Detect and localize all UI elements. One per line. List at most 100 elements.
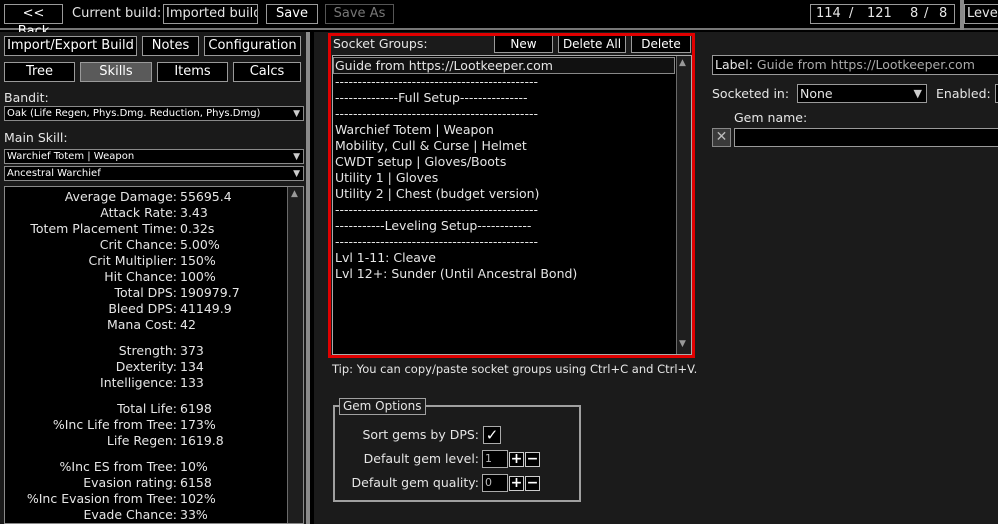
stat-label: Average Damage: (64, 189, 177, 204)
stat-value: 102% (180, 491, 216, 506)
stat-value: 133 (180, 375, 204, 390)
gem-options-panel: Gem Options Sort gems by DPS: ✓ Default … (333, 398, 581, 502)
stat-value: 173% (180, 417, 216, 432)
stat-label: %Inc ES from Tree: (59, 459, 177, 474)
stat-label: Bleed DPS: (108, 301, 177, 316)
chevron-down-icon: ▼ (913, 87, 922, 100)
bandit-value: Oak (Life Regen, Phys.Dmg. Reduction, Ph… (7, 108, 261, 119)
default-gem-level-input[interactable]: 1 (482, 450, 508, 468)
stat-label: Totem Placement Time: (30, 221, 177, 236)
stat-value: 3.43 (180, 205, 208, 220)
stat-label: Life Regen: (106, 433, 177, 448)
label-field[interactable]: Label: Guide from https://Lootkeeper.com (712, 55, 998, 75)
level-field[interactable]: Leve (964, 4, 998, 24)
skill-part-value: Ancestral Warchief (7, 168, 101, 179)
stat-label: Dexterity: (115, 359, 177, 374)
stat-label: %Inc Life from Tree: (52, 417, 177, 432)
stat-value: 6198 (180, 401, 212, 416)
save-button[interactable]: Save (266, 4, 318, 24)
stat-label: Attack Rate: (100, 205, 177, 220)
stat-value: 5.00% (180, 237, 220, 252)
socketed-in-value: None (800, 86, 833, 101)
import-export-button[interactable]: Import/Export Build (4, 36, 137, 56)
stat-row: Evade Chance: 33% (5, 507, 291, 523)
chevron-down-icon: ▼ (293, 169, 300, 179)
points-display: 114 / 121 8 / 8 (810, 4, 955, 24)
remove-gem-button[interactable]: ✕ (712, 128, 731, 147)
save-as-button: Save As (325, 4, 394, 24)
stat-row: %Inc ES from Tree: 10% (5, 459, 291, 475)
stat-row: Evasion rating: 6158 (5, 475, 291, 491)
notes-button[interactable]: Notes (142, 36, 199, 56)
stat-row: Mana Cost: 42 (5, 317, 291, 333)
ascend-sep: / (924, 6, 929, 21)
stat-row: %Inc Life from Tree: 173% (5, 417, 291, 433)
default-gem-quality-label: Default gem quality: (351, 475, 479, 490)
current-build-label: Current build: (72, 6, 162, 21)
stat-label: Evade Chance: (83, 507, 177, 522)
stat-value: 1619.8 (180, 433, 224, 448)
stats-box: Average Damage: 55695.4 Attack Rate: 3.43 … (4, 186, 304, 524)
sort-gems-label: Sort gems by DPS: (362, 427, 480, 442)
ascend-used: 8 (910, 6, 919, 21)
label-caption: Label: (715, 57, 753, 72)
points-used: 114 (816, 6, 841, 21)
stat-label: Evasion rating: (83, 475, 177, 490)
stat-row: Hit Chance: 100% (5, 269, 291, 285)
stat-label: %Inc Evasion from Tree: (26, 491, 177, 506)
skill-part-select[interactable]: Ancestral Warchief ▼ (4, 166, 304, 181)
socketed-in-select[interactable]: None ▼ (797, 84, 927, 103)
main-skill-select[interactable]: Warchief Totem | Weapon ▼ (4, 149, 304, 164)
tab-skills[interactable]: Skills (80, 62, 152, 82)
enabled-label: Enabled: (936, 86, 991, 101)
stat-value: 373 (180, 343, 204, 358)
stat-label: Total Life: (117, 401, 177, 416)
stat-label: Crit Multiplier: (88, 253, 177, 268)
stat-label: Crit Chance: (99, 237, 177, 252)
configuration-button[interactable]: Configuration (204, 36, 301, 56)
level-decrement-button[interactable]: − (525, 452, 540, 467)
stat-row: Strength: 373 (5, 343, 291, 359)
stat-row: Average Damage: 55695.4 (5, 189, 291, 205)
default-gem-quality-input[interactable]: 0 (482, 474, 508, 492)
sort-gems-checkbox[interactable]: ✓ (483, 426, 501, 444)
label-value: Guide from https://Lootkeeper.com (756, 57, 975, 72)
stat-label: Hit Chance: (104, 269, 177, 284)
socketed-in-label: Socketed in: (712, 86, 790, 101)
stat-row: Total DPS: 190979.7 (5, 285, 291, 301)
stat-label: Strength: (118, 343, 177, 358)
tip-text: Tip: You can copy/paste socket groups us… (332, 362, 698, 376)
gem-name-input[interactable] (734, 128, 998, 147)
back-button[interactable]: << Back (4, 4, 63, 39)
stat-value: 42 (180, 317, 196, 332)
stat-value: 0.32s (180, 221, 215, 236)
stat-row: Total Life: 6198 (5, 401, 291, 417)
main-skill-label: Main Skill: (4, 130, 68, 145)
gem-options-title: Gem Options (339, 398, 426, 415)
tab-items[interactable]: Items (157, 62, 228, 82)
stats-scrollbar[interactable]: ▲ (287, 187, 303, 523)
tab-tree[interactable]: Tree (4, 62, 75, 82)
stat-value: 100% (180, 269, 216, 284)
tab-calcs[interactable]: Calcs (233, 62, 301, 82)
stat-value: 150% (180, 253, 216, 268)
points-sep: / (849, 6, 854, 21)
scroll-up-icon[interactable]: ▲ (291, 189, 298, 199)
stat-value: 10% (180, 459, 208, 474)
stat-value: 55695.4 (180, 189, 232, 204)
checkmark-icon: ✓ (485, 426, 499, 444)
level-increment-button[interactable]: + (509, 452, 524, 467)
quality-increment-button[interactable]: + (509, 476, 524, 491)
build-name-field[interactable]: Imported build (163, 4, 258, 24)
close-icon: ✕ (715, 129, 728, 145)
highlight-frame (328, 33, 695, 358)
bandit-select[interactable]: Oak (Life Regen, Phys.Dmg. Reduction, Ph… (4, 106, 304, 121)
stat-label: Total DPS: (114, 285, 177, 300)
quality-decrement-button[interactable]: − (525, 476, 540, 491)
stat-row: Crit Chance: 5.00% (5, 237, 291, 253)
gem-name-label: Gem name: (734, 110, 808, 125)
bandit-label: Bandit: (4, 90, 49, 105)
stat-row: Totem Placement Time: 0.32s (5, 221, 291, 237)
chevron-down-icon: ▼ (293, 109, 300, 119)
stat-label: Intelligence: (100, 375, 177, 390)
